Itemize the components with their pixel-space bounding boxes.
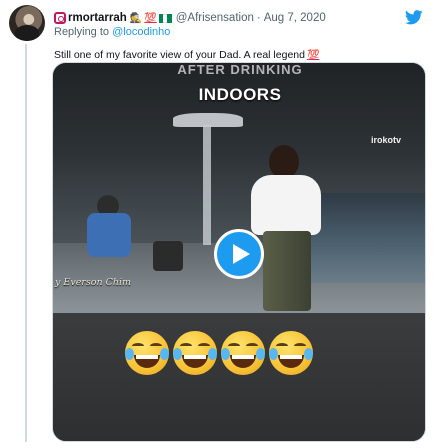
video-man-head <box>269 145 299 179</box>
video-person-left <box>87 213 131 257</box>
video-credit: y Everson Chim <box>55 277 132 288</box>
video-man-pants <box>263 231 311 311</box>
hundred-emoji: 💯 <box>144 12 157 24</box>
separator-dot: · <box>256 12 261 24</box>
twitter-bird-icon[interactable] <box>405 10 423 25</box>
video-watermark: irokotv <box>371 135 402 145</box>
laughing-crying-emoji-icon <box>269 331 313 375</box>
replying-to-handle[interactable]: @locodinho <box>112 26 170 38</box>
video-media[interactable]: AFTER DRINKING INDOORS irokotv y Everson… <box>52 62 426 442</box>
replying-to-label: Replying to <box>54 26 110 38</box>
instagram-icon <box>54 12 66 24</box>
play-icon <box>233 244 250 264</box>
tweet-text-body: Still one of my favorite view of your Da… <box>54 49 305 61</box>
video-lamp-pole <box>203 125 211 245</box>
tweet-date[interactable]: Aug 7, 2020 <box>264 12 326 24</box>
video-caption: INDOORS <box>198 85 282 104</box>
tweet-header: rmortarrah 🕵 💯 @Afrisensation · Aug 7, 2… <box>54 10 326 26</box>
laughing-crying-emoji-icon <box>221 331 265 375</box>
user-avatar[interactable] <box>9 5 45 41</box>
play-button[interactable] <box>214 229 264 279</box>
laughing-crying-emoji-icon <box>173 331 217 375</box>
video-caption-top: AFTER DRINKING <box>177 62 303 77</box>
video-man-shirt <box>251 175 321 235</box>
tweet-hundred-emoji: 💯 <box>306 50 320 61</box>
video-bottles <box>153 241 183 271</box>
laughing-crying-emoji-icon <box>125 331 169 375</box>
laughing-emoji-row <box>125 331 313 375</box>
detective-emoji: 🕵 <box>129 12 143 24</box>
username[interactable]: rmortarrah <box>68 12 127 24</box>
replying-to: Replying to @locodinho <box>54 26 170 39</box>
video-sofa <box>303 193 425 283</box>
tweet-text: Still one of my favorite view of your Da… <box>54 49 321 61</box>
nigeria-flag-icon <box>158 13 172 23</box>
tweet-card: rmortarrah 🕵 💯 @Afrisensation · Aug 7, 2… <box>0 0 438 448</box>
user-handle[interactable]: @Afrisensation <box>176 12 254 24</box>
thread-line <box>25 44 27 442</box>
